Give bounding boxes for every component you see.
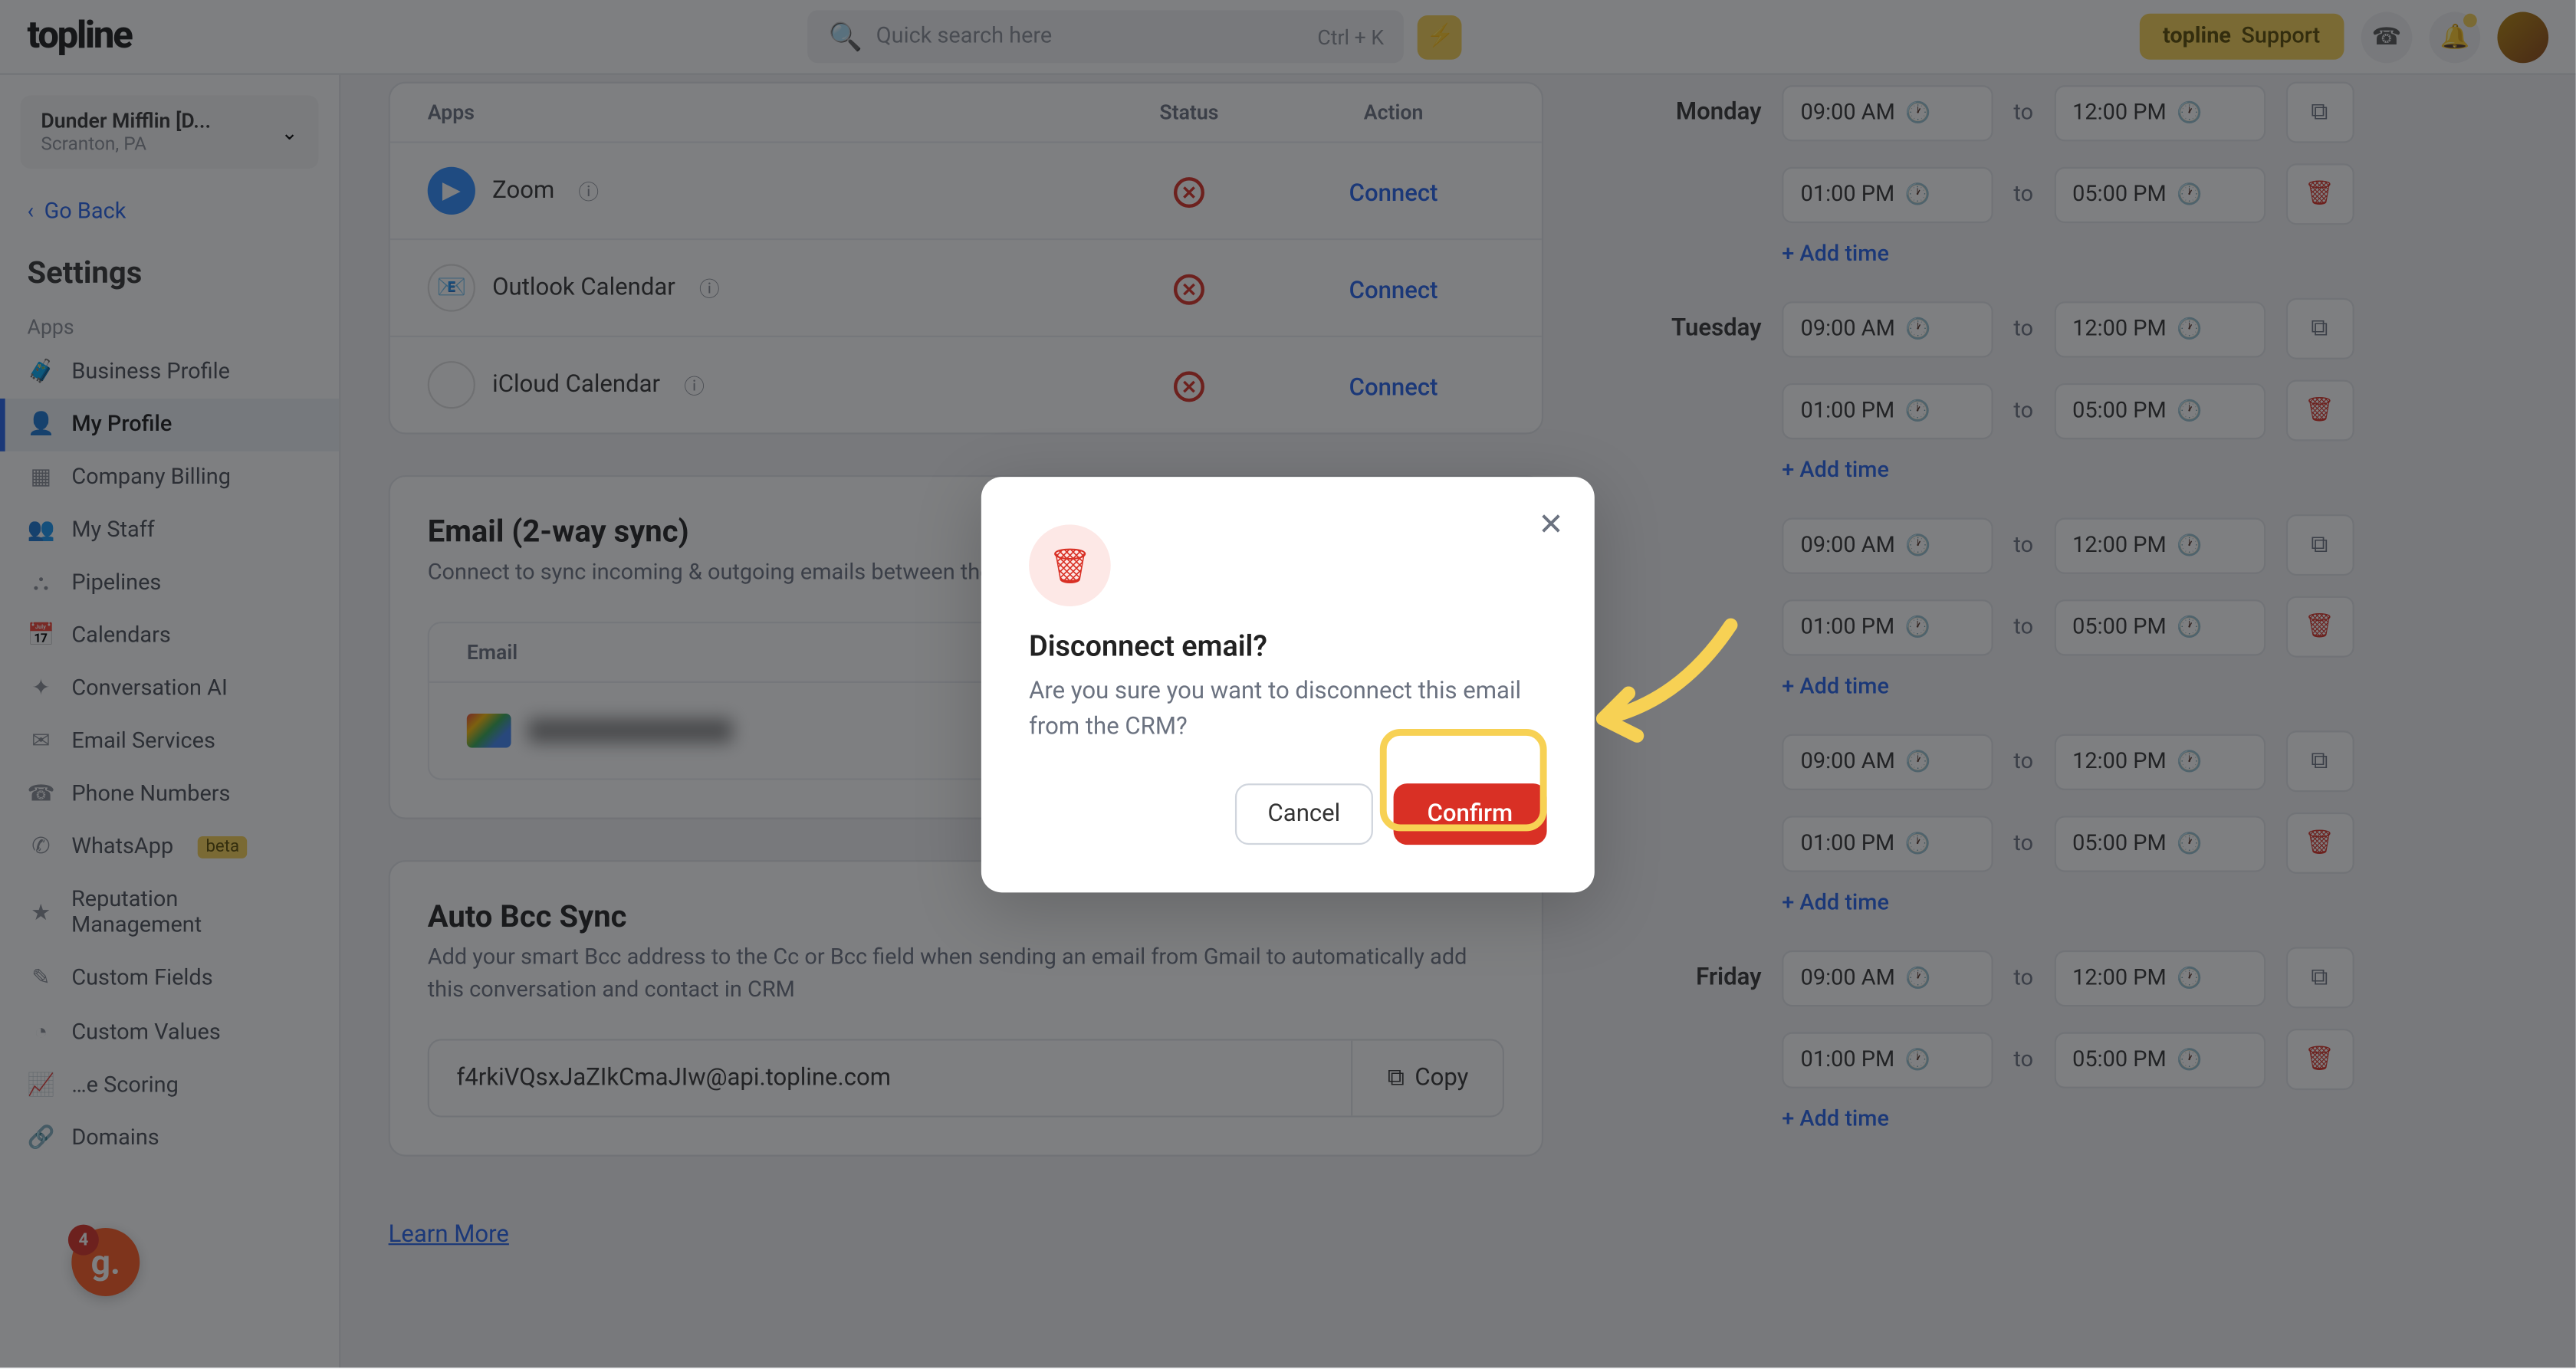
trash-icon: 🗑 <box>1029 524 1111 606</box>
cancel-button[interactable]: Cancel <box>1235 783 1372 844</box>
tutorial-arrow <box>1578 616 1783 769</box>
modal-title: Disconnect email? <box>1029 629 1546 663</box>
disconnect-modal: ✕ 🗑 Disconnect email? Are you sure you w… <box>981 476 1595 891</box>
confirm-button[interactable]: Confirm <box>1393 783 1546 844</box>
modal-overlay: ✕ 🗑 Disconnect email? Are you sure you w… <box>0 0 2576 1367</box>
close-icon[interactable]: ✕ <box>1538 507 1564 543</box>
modal-body: Are you sure you want to disconnect this… <box>1029 674 1546 745</box>
